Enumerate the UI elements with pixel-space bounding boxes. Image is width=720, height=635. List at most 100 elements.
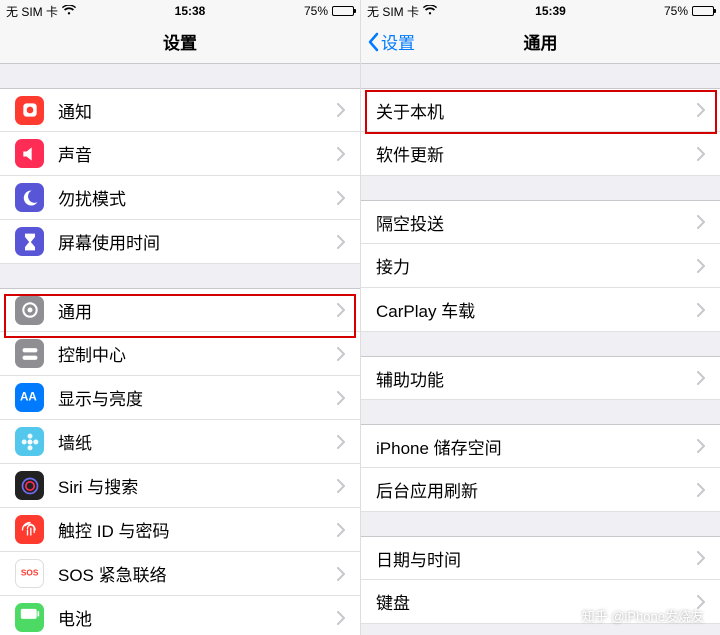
settings-list[interactable]: 通知 声音 勿扰模式 屏幕使用时间 通用 控制中心 [0,64,360,635]
aa-icon: AA [15,383,44,412]
back-button[interactable]: 设置 [367,20,415,63]
row-general[interactable]: 通用 [0,288,360,332]
switches-icon [15,339,44,368]
row-display[interactable]: AA 显示与亮度 [0,376,360,420]
flower-icon [15,427,44,456]
battery-icon [692,6,714,16]
chevron-right-icon [697,259,705,273]
row-label: iPhone 储存空间 [376,434,697,459]
nav-bar: 设置 通用 [361,20,720,64]
row-software-update[interactable]: 软件更新 [361,132,720,176]
chevron-right-icon [697,595,705,609]
nav-bar: 设置 [0,20,360,64]
row-battery[interactable]: 电池 [0,596,360,635]
row-label: 辅助功能 [376,366,697,391]
chevron-right-icon [337,303,345,317]
hourglass-icon [15,227,44,256]
row-label: 通用 [58,298,337,323]
row-label: 键盘 [376,589,697,614]
row-label: 通知 [58,98,337,123]
chevron-right-icon [337,479,345,493]
gear-icon [15,296,44,325]
chevron-right-icon [697,483,705,497]
chevron-right-icon [337,235,345,249]
row-dnd[interactable]: 勿扰模式 [0,176,360,220]
row-label: 日期与时间 [376,546,697,571]
row-about[interactable]: 关于本机 [361,88,720,132]
row-label: 屏幕使用时间 [58,229,337,254]
chevron-right-icon [697,103,705,117]
page-title: 通用 [524,29,558,54]
wifi-icon [423,4,437,18]
row-date-time[interactable]: 日期与时间 [361,536,720,580]
chevron-right-icon [337,567,345,581]
chevron-right-icon [697,439,705,453]
status-bar: 无 SIM 卡 15:39 75% [361,0,720,20]
row-notifications[interactable]: 通知 [0,88,360,132]
chevron-right-icon [337,103,345,117]
row-background-refresh[interactable]: 后台应用刷新 [361,468,720,512]
bell-icon [15,96,44,125]
row-label: 电池 [58,605,337,630]
row-label: 墙纸 [58,429,337,454]
row-airdrop[interactable]: 隔空投送 [361,200,720,244]
row-label: 控制中心 [58,341,337,366]
chevron-right-icon [697,147,705,161]
row-storage[interactable]: iPhone 储存空间 [361,424,720,468]
chevron-right-icon [337,391,345,405]
fingerprint-icon [15,515,44,544]
row-keyboard[interactable]: 键盘 [361,580,720,624]
chevron-right-icon [337,523,345,537]
chevron-right-icon [337,147,345,161]
row-accessibility[interactable]: 辅助功能 [361,356,720,400]
siri-icon [15,471,44,500]
battery-percent: 75% [304,4,328,18]
row-carplay[interactable]: CarPlay 车载 [361,288,720,332]
row-label: 勿扰模式 [58,185,337,210]
chevron-right-icon [697,215,705,229]
row-label: 接力 [376,253,697,278]
chevron-right-icon [337,435,345,449]
clock: 15:38 [175,4,206,18]
chevron-right-icon [697,371,705,385]
row-sound[interactable]: 声音 [0,132,360,176]
carrier-label: 无 SIM 卡 [367,3,419,20]
battery-percent: 75% [664,4,688,18]
carrier-label: 无 SIM 卡 [6,3,58,20]
row-label: 显示与亮度 [58,385,337,410]
row-label: 关于本机 [376,98,697,123]
row-siri[interactable]: Siri 与搜索 [0,464,360,508]
row-wallpaper[interactable]: 墙纸 [0,420,360,464]
row-label: 后台应用刷新 [376,477,697,502]
chevron-right-icon [337,191,345,205]
row-label: 触控 ID 与密码 [58,517,337,542]
row-label: 声音 [58,141,337,166]
clock: 15:39 [535,4,566,18]
speaker-icon [15,139,44,168]
row-screentime[interactable]: 屏幕使用时间 [0,220,360,264]
row-label: 隔空投送 [376,210,697,235]
battery-icon [332,6,354,16]
svg-text:SOS: SOS [20,567,38,577]
row-touchid[interactable]: 触控 ID 与密码 [0,508,360,552]
row-handoff[interactable]: 接力 [361,244,720,288]
row-label: 软件更新 [376,141,697,166]
row-control-center[interactable]: 控制中心 [0,332,360,376]
general-screen: 无 SIM 卡 15:39 75% 设置 通用 关于本机 软件更新 隔空投送 [360,0,720,635]
row-label: Siri 与搜索 [58,473,337,498]
chevron-left-icon [367,32,379,52]
chevron-right-icon [697,303,705,317]
row-label: CarPlay 车载 [376,297,697,322]
chevron-right-icon [697,551,705,565]
chevron-right-icon [337,611,345,625]
chevron-right-icon [337,347,345,361]
battery-icon [15,603,44,632]
svg-text:AA: AA [20,390,37,403]
sos-icon: SOS [15,559,44,588]
status-bar: 无 SIM 卡 15:38 75% [0,0,360,20]
settings-screen: 无 SIM 卡 15:38 75% 设置 通知 声音 [0,0,360,635]
back-label: 设置 [381,29,415,54]
row-sos[interactable]: SOS SOS 紧急联络 [0,552,360,596]
page-title: 设置 [163,29,197,54]
general-list[interactable]: 关于本机 软件更新 隔空投送 接力 CarPlay 车载 辅助功能 iPhone… [361,64,720,635]
